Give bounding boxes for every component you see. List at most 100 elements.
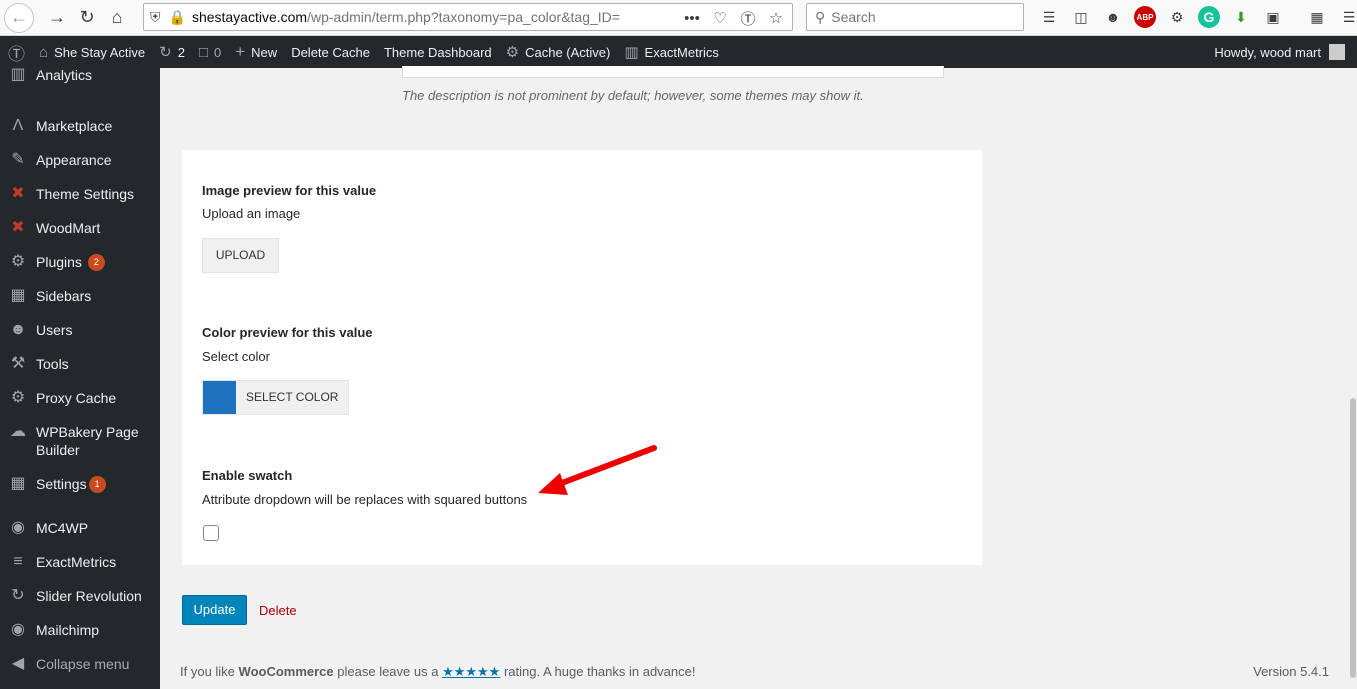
- sidebar-item-label: WoodMart: [36, 220, 101, 236]
- apps-icon[interactable]: ▦: [1306, 6, 1328, 28]
- users-icon: ☻: [9, 321, 27, 338]
- sidebar-item-label: Proxy Cache: [36, 390, 117, 406]
- sidebar-item-plugins[interactable]: ⚙ Plugins 2: [0, 245, 160, 279]
- marketplace-icon: Λ: [12, 117, 24, 134]
- sidebar-item-wpbakery[interactable]: ☁ WPBakery Page Builder: [0, 415, 160, 467]
- grammarly-icon[interactable]: G: [1198, 6, 1220, 28]
- account-icon[interactable]: ☻: [1102, 6, 1124, 28]
- sidebar-item-proxy-cache[interactable]: ⚙ Proxy Cache: [0, 381, 160, 415]
- select-color-button[interactable]: SELECT COLOR: [202, 380, 350, 415]
- sidebar-item-label: Marketplace: [36, 118, 113, 134]
- menu-icon[interactable]: ☰: [1338, 6, 1357, 28]
- footer-text-after: rating. A huge thanks in advance!: [500, 664, 696, 679]
- woodmart-logo-icon: ✖: [11, 185, 25, 202]
- red-arrow-annotation: [538, 445, 657, 495]
- comment-icon: □: [198, 43, 208, 61]
- color-preview-desc: Select color: [202, 349, 270, 364]
- delete-link[interactable]: Delete: [259, 603, 297, 618]
- version-text: Version 5.4.1: [1253, 664, 1329, 679]
- extension-icon[interactable]: ▣: [1262, 6, 1284, 28]
- sidebar-item-settings[interactable]: ▦ Settings 1: [0, 467, 160, 501]
- sidebar-item-slider-revolution[interactable]: ↻ Slider Revolution: [0, 579, 160, 613]
- more-actions-icon[interactable]: •••: [682, 8, 702, 28]
- adblock-icon[interactable]: ABP: [1134, 6, 1156, 28]
- cache-active-menu[interactable]: ⚙ Cache (Active): [499, 36, 618, 68]
- pocket-icon[interactable]: ♡: [710, 8, 730, 28]
- comments-count: 0: [214, 44, 222, 60]
- comments-menu[interactable]: □ 0: [192, 36, 228, 68]
- search-input[interactable]: [831, 9, 1002, 25]
- page-scrollbar[interactable]: [1349, 68, 1357, 689]
- home-button[interactable]: ⌂: [102, 3, 132, 33]
- description-textarea[interactable]: [402, 66, 944, 78]
- sidebar-item-tools[interactable]: ⚒ Tools: [0, 347, 160, 381]
- sidebar-item-theme-settings[interactable]: ✖ Theme Settings: [0, 177, 160, 211]
- delete-cache-label: Delete Cache: [291, 44, 370, 60]
- browser-search[interactable]: ⚲: [806, 3, 1024, 31]
- wpbakery-label-line1: WPBakery Page: [36, 424, 139, 440]
- sidebar-item-label: Analytics: [36, 67, 93, 83]
- updates-menu[interactable]: ↻ 2: [152, 36, 192, 68]
- wordpress-logo-icon: Ⓣ: [8, 44, 25, 64]
- sidebar-item-analytics[interactable]: ▥ Analytics: [0, 66, 160, 92]
- bookmark-star-icon[interactable]: ☆: [766, 8, 786, 28]
- back-button[interactable]: ←: [4, 2, 34, 33]
- sidebar-item-label: Mailchimp: [36, 622, 100, 638]
- woodmart-logo-icon: ✖: [11, 219, 25, 236]
- image-preview-title: Image preview for this value: [202, 183, 377, 198]
- wordpress-icon[interactable]: Ⓣ: [738, 8, 758, 28]
- plugin-icon: ⚙: [10, 253, 26, 270]
- sidebar-item-mc4wp[interactable]: ◉ MC4WP: [0, 511, 160, 545]
- sidebar-item-woodmart[interactable]: ✖ WoodMart: [0, 211, 160, 245]
- home-icon: ⌂: [39, 43, 49, 61]
- updates-count: 2: [177, 44, 185, 60]
- sidebar-item-label: Theme Settings: [36, 186, 135, 202]
- sidebar-toggle-icon[interactable]: ◫: [1070, 6, 1092, 28]
- gear-extension-icon[interactable]: ⚙: [1166, 6, 1188, 28]
- footer-rating-text: If you like WooCommerce please leave us …: [180, 664, 695, 680]
- lock-icon: 🔒: [168, 8, 186, 25]
- sidebar-item-label: Slider Revolution: [36, 588, 142, 604]
- main-content: The description is not prominent by defa…: [160, 66, 1357, 689]
- attribute-options-panel: Image preview for this value Upload an i…: [182, 150, 982, 565]
- delete-cache-menu[interactable]: Delete Cache: [284, 36, 377, 68]
- footer-brand: WooCommerce: [238, 664, 334, 679]
- exactmetrics-label: ExactMetrics: [644, 44, 719, 60]
- sidebar-item-marketplace[interactable]: Λ Marketplace: [0, 109, 160, 143]
- url-bar[interactable]: ⛨ 🔒 shestayactive.com /wp-admin/term.php…: [143, 3, 793, 31]
- shield-icon: ⛨: [150, 8, 161, 25]
- download-icon[interactable]: ⬇: [1230, 6, 1252, 28]
- wp-admin-bar: Ⓣ ⌂ She Stay Active ↻ 2 □ 0 + New Delete…: [0, 36, 1357, 68]
- sidebar-item-exactmetrics[interactable]: ≡ ExactMetrics: [0, 545, 160, 579]
- library-icon[interactable]: ☰: [1038, 6, 1060, 28]
- reload-button[interactable]: ↻: [72, 3, 102, 33]
- cache-icon: ⚙: [505, 44, 520, 61]
- rating-stars-link[interactable]: ★★★★★: [442, 664, 500, 679]
- forward-button[interactable]: →: [42, 3, 72, 33]
- color-preview-title: Color preview for this value: [202, 325, 373, 340]
- exactmetrics-menu[interactable]: ▥ ExactMetrics: [617, 36, 726, 68]
- url-host: shestayactive.com: [191, 9, 308, 25]
- sidebar-item-label: Appearance: [36, 152, 112, 168]
- scrollbar-thumb[interactable]: [1350, 398, 1356, 678]
- theme-dashboard-menu[interactable]: Theme Dashboard: [377, 36, 499, 68]
- my-account-menu[interactable]: Howdy, wood mart: [1214, 36, 1357, 68]
- sidebar-item-sidebars[interactable]: ▦ Sidebars: [0, 279, 160, 313]
- settings-sliders-icon: ▦: [10, 475, 26, 492]
- site-name-menu[interactable]: ⌂ She Stay Active: [32, 36, 152, 68]
- new-content-menu[interactable]: + New: [228, 36, 284, 68]
- upload-button[interactable]: UPLOAD: [202, 238, 279, 273]
- enable-swatch-checkbox[interactable]: [203, 525, 219, 541]
- wp-logo-menu[interactable]: Ⓣ: [0, 36, 32, 68]
- sidebar-item-appearance[interactable]: ✎ Appearance: [0, 143, 160, 177]
- plugins-update-badge: 2: [87, 254, 105, 271]
- arrow-right-icon: →: [48, 7, 66, 27]
- analytics-icon: ▥: [10, 66, 26, 83]
- sidebar-item-mailchimp[interactable]: ◉ Mailchimp: [0, 613, 160, 647]
- collapse-menu-button[interactable]: ◀ Collapse menu: [0, 647, 160, 681]
- sidebar-item-users[interactable]: ☻ Users: [0, 313, 160, 347]
- collapse-arrow-icon: ◀: [11, 655, 25, 672]
- update-button[interactable]: Update: [182, 595, 247, 625]
- browser-toolbar: ← → ↻ ⌂ ⛨ 🔒 shestayactive.com /wp-admin/…: [0, 0, 1357, 36]
- search-icon: ⚲: [815, 8, 826, 25]
